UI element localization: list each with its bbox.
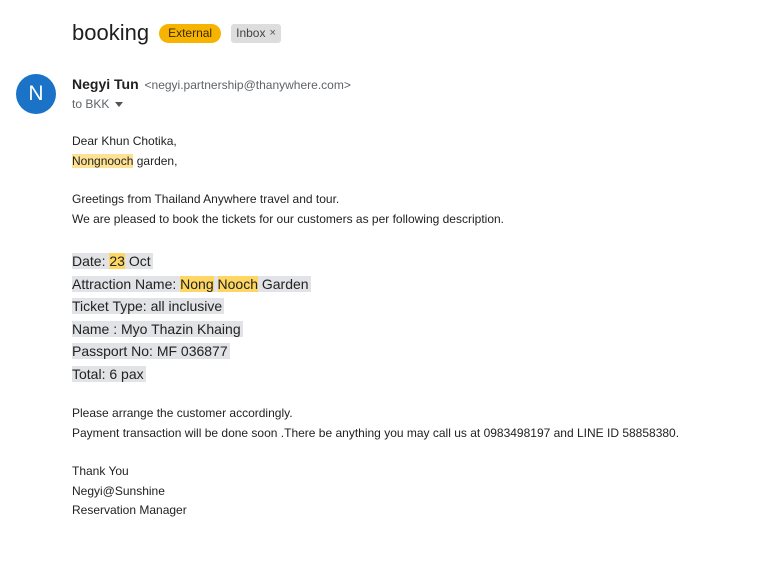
email-subject: booking (72, 20, 150, 45)
customer-name-text: Name : Myo Thazin Khaing (72, 320, 243, 337)
recipient-details-toggle[interactable]: to BKK (72, 97, 124, 111)
attraction-name: Attraction Name: Nong Nooch Garden (72, 273, 752, 296)
signature-name: Negyi@Sunshine (72, 483, 165, 498)
recipient-place-rest: garden, (133, 153, 178, 168)
ticket-type-text: Ticket Type: all inclusive (72, 298, 225, 314)
recipient-text: to BKK (72, 97, 110, 111)
intro-line-1: Greetings from Thailand Anywhere travel … (72, 192, 340, 206)
highlighted-text: Nongnooch (72, 153, 134, 168)
booking-date: Date: 23 Oct (72, 250, 752, 273)
sender-email: <negyi.partnership@thanywhere.com> (144, 78, 351, 92)
attraction-rest: Garden (257, 275, 309, 292)
passport-number: Passport No: MF 036877 (72, 340, 752, 363)
booking-details: Date: 23 Oct Attraction Name: Nong Nooch… (72, 250, 752, 385)
sender-info: Negyi Tun <negyi.partnership@thanywhere.… (72, 76, 351, 92)
recipient-place: Nongnooch garden, (72, 152, 752, 172)
email-body: Dear Khun Chotika, Nongnooch garden, Gre… (72, 132, 752, 521)
signature-title: Reservation Manager (72, 503, 187, 517)
email-subject-bar: booking External Inbox × (72, 19, 281, 47)
external-label: External (159, 23, 222, 43)
highlighted-text: Nooch (217, 275, 258, 292)
sender-name[interactable]: Negyi Tun (72, 76, 139, 92)
closing-line-1: Please arrange the customer accordingly. (72, 406, 293, 420)
date-month: Oct (124, 253, 151, 269)
chevron-down-icon[interactable] (115, 101, 124, 107)
closing-line-2: Payment transaction will be done soon .T… (72, 425, 680, 440)
ticket-type: Ticket Type: all inclusive (72, 295, 752, 318)
inbox-label-text: Inbox (236, 25, 266, 40)
total-text: Total: 6 pax (72, 365, 146, 382)
highlighted-text: Nong (180, 275, 214, 292)
highlighted-text: 23 (109, 253, 125, 269)
greeting: Dear Khun Chotika, (72, 134, 177, 148)
sender-avatar[interactable]: N (16, 74, 56, 114)
attraction-label: Attraction Name: (72, 275, 181, 292)
signature-thanks: Thank You (72, 464, 129, 478)
date-label: Date: (72, 253, 110, 269)
customer-name: Name : Myo Thazin Khaing (72, 318, 752, 341)
inbox-label[interactable]: Inbox × (231, 23, 281, 43)
intro-line-2: We are pleased to book the tickets for o… (72, 211, 504, 226)
total-pax: Total: 6 pax (72, 363, 752, 386)
passport-text: Passport No: MF 036877 (72, 343, 230, 359)
remove-label-icon[interactable]: × (269, 26, 275, 41)
